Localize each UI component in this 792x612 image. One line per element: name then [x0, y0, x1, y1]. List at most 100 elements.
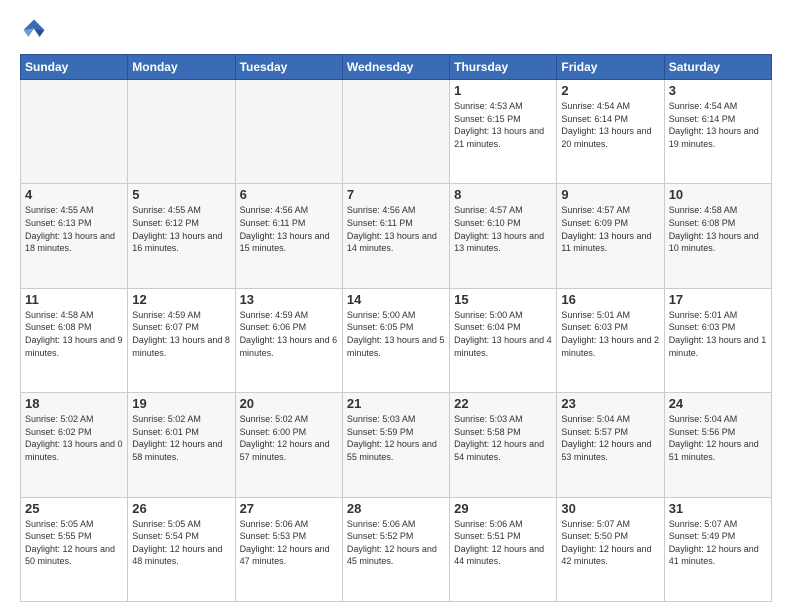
cell-info: Sunrise: 5:02 AMSunset: 6:00 PMDaylight:… — [240, 413, 338, 463]
day-number: 11 — [25, 292, 123, 307]
day-number: 4 — [25, 187, 123, 202]
cell-info: Sunrise: 5:01 AMSunset: 6:03 PMDaylight:… — [561, 309, 659, 359]
weekday-header-tuesday: Tuesday — [235, 55, 342, 80]
calendar-cell: 12 Sunrise: 4:59 AMSunset: 6:07 PMDayligh… — [128, 288, 235, 392]
cell-info: Sunrise: 4:59 AMSunset: 6:07 PMDaylight:… — [132, 309, 230, 359]
cell-info: Sunrise: 4:55 AMSunset: 6:12 PMDaylight:… — [132, 204, 230, 254]
weekday-header-wednesday: Wednesday — [342, 55, 449, 80]
calendar-cell: 22 Sunrise: 5:03 AMSunset: 5:58 PMDayligh… — [450, 393, 557, 497]
cell-info: Sunrise: 4:57 AMSunset: 6:09 PMDaylight:… — [561, 204, 659, 254]
cell-info: Sunrise: 5:04 AMSunset: 5:57 PMDaylight:… — [561, 413, 659, 463]
cell-info: Sunrise: 5:01 AMSunset: 6:03 PMDaylight:… — [669, 309, 767, 359]
day-number: 24 — [669, 396, 767, 411]
calendar-cell: 11 Sunrise: 4:58 AMSunset: 6:08 PMDayligh… — [21, 288, 128, 392]
calendar-cell: 1 Sunrise: 4:53 AMSunset: 6:15 PMDaylight… — [450, 80, 557, 184]
calendar-cell: 13 Sunrise: 4:59 AMSunset: 6:06 PMDayligh… — [235, 288, 342, 392]
calendar-cell: 18 Sunrise: 5:02 AMSunset: 6:02 PMDayligh… — [21, 393, 128, 497]
day-number: 28 — [347, 501, 445, 516]
cell-info: Sunrise: 4:57 AMSunset: 6:10 PMDaylight:… — [454, 204, 552, 254]
weekday-header-friday: Friday — [557, 55, 664, 80]
calendar-cell: 27 Sunrise: 5:06 AMSunset: 5:53 PMDayligh… — [235, 497, 342, 601]
weekday-header-saturday: Saturday — [664, 55, 771, 80]
calendar-cell: 29 Sunrise: 5:06 AMSunset: 5:51 PMDayligh… — [450, 497, 557, 601]
day-number: 3 — [669, 83, 767, 98]
day-number: 9 — [561, 187, 659, 202]
calendar-cell — [235, 80, 342, 184]
day-number: 19 — [132, 396, 230, 411]
cell-info: Sunrise: 4:59 AMSunset: 6:06 PMDaylight:… — [240, 309, 338, 359]
day-number: 12 — [132, 292, 230, 307]
day-number: 8 — [454, 187, 552, 202]
calendar-cell — [21, 80, 128, 184]
day-number: 10 — [669, 187, 767, 202]
weekday-header-thursday: Thursday — [450, 55, 557, 80]
day-number: 15 — [454, 292, 552, 307]
calendar-cell: 26 Sunrise: 5:05 AMSunset: 5:54 PMDayligh… — [128, 497, 235, 601]
cell-info: Sunrise: 5:02 AMSunset: 6:01 PMDaylight:… — [132, 413, 230, 463]
cell-info: Sunrise: 4:56 AMSunset: 6:11 PMDaylight:… — [240, 204, 338, 254]
logo-icon — [20, 16, 48, 44]
calendar-cell — [128, 80, 235, 184]
calendar-cell: 19 Sunrise: 5:02 AMSunset: 6:01 PMDayligh… — [128, 393, 235, 497]
cell-info: Sunrise: 5:00 AMSunset: 6:05 PMDaylight:… — [347, 309, 445, 359]
day-number: 1 — [454, 83, 552, 98]
cell-info: Sunrise: 5:06 AMSunset: 5:51 PMDaylight:… — [454, 518, 552, 568]
day-number: 22 — [454, 396, 552, 411]
day-number: 23 — [561, 396, 659, 411]
calendar-cell: 30Sunrise: 5:07 AMSunset: 5:50 PMDayligh… — [557, 497, 664, 601]
cell-info: Sunrise: 5:07 AMSunset: 5:49 PMDaylight:… — [669, 518, 767, 568]
cell-info: Sunrise: 4:58 AMSunset: 6:08 PMDaylight:… — [25, 309, 123, 359]
calendar-cell: 4 Sunrise: 4:55 AMSunset: 6:13 PMDaylight… — [21, 184, 128, 288]
calendar-cell: 2Sunrise: 4:54 AMSunset: 6:14 PMDaylight… — [557, 80, 664, 184]
day-number: 18 — [25, 396, 123, 411]
calendar-cell: 6 Sunrise: 4:56 AMSunset: 6:11 PMDaylight… — [235, 184, 342, 288]
cell-info: Sunrise: 4:58 AMSunset: 6:08 PMDaylight:… — [669, 204, 767, 254]
cell-info: Sunrise: 5:06 AMSunset: 5:53 PMDaylight:… — [240, 518, 338, 568]
header — [20, 16, 772, 44]
day-number: 6 — [240, 187, 338, 202]
weekday-header-sunday: Sunday — [21, 55, 128, 80]
day-number: 25 — [25, 501, 123, 516]
cell-info: Sunrise: 5:06 AMSunset: 5:52 PMDaylight:… — [347, 518, 445, 568]
day-number: 20 — [240, 396, 338, 411]
calendar-cell: 3 Sunrise: 4:54 AMSunset: 6:14 PMDaylight… — [664, 80, 771, 184]
cell-info: Sunrise: 5:07 AMSunset: 5:50 PMDaylight:… — [561, 518, 659, 568]
day-number: 26 — [132, 501, 230, 516]
day-number: 13 — [240, 292, 338, 307]
cell-info: Sunrise: 4:56 AMSunset: 6:11 PMDaylight:… — [347, 204, 445, 254]
cell-info: Sunrise: 4:54 AMSunset: 6:14 PMDaylight:… — [561, 100, 659, 150]
day-number: 5 — [132, 187, 230, 202]
calendar-cell: 10 Sunrise: 4:58 AMSunset: 6:08 PMDayligh… — [664, 184, 771, 288]
cell-info: Sunrise: 4:55 AMSunset: 6:13 PMDaylight:… — [25, 204, 123, 254]
calendar-cell: 23 Sunrise: 5:04 AMSunset: 5:57 PMDayligh… — [557, 393, 664, 497]
day-number: 7 — [347, 187, 445, 202]
calendar-cell: 31Sunrise: 5:07 AMSunset: 5:49 PMDayligh… — [664, 497, 771, 601]
calendar-cell: 17 Sunrise: 5:01 AMSunset: 6:03 PMDayligh… — [664, 288, 771, 392]
day-number: 17 — [669, 292, 767, 307]
calendar-cell: 28 Sunrise: 5:06 AMSunset: 5:52 PMDayligh… — [342, 497, 449, 601]
page: SundayMondayTuesdayWednesdayThursdayFrid… — [0, 0, 792, 612]
calendar-cell: 25 Sunrise: 5:05 AMSunset: 5:55 PMDayligh… — [21, 497, 128, 601]
day-number: 14 — [347, 292, 445, 307]
day-number: 27 — [240, 501, 338, 516]
cell-info: Sunrise: 5:05 AMSunset: 5:54 PMDaylight:… — [132, 518, 230, 568]
calendar-cell: 20 Sunrise: 5:02 AMSunset: 6:00 PMDayligh… — [235, 393, 342, 497]
cell-info: Sunrise: 5:03 AMSunset: 5:58 PMDaylight:… — [454, 413, 552, 463]
cell-info: Sunrise: 5:00 AMSunset: 6:04 PMDaylight:… — [454, 309, 552, 359]
cell-info: Sunrise: 4:54 AMSunset: 6:14 PMDaylight:… — [669, 100, 767, 150]
cell-info: Sunrise: 5:02 AMSunset: 6:02 PMDaylight:… — [25, 413, 123, 463]
calendar-cell: 24Sunrise: 5:04 AMSunset: 5:56 PMDayligh… — [664, 393, 771, 497]
calendar: SundayMondayTuesdayWednesdayThursdayFrid… — [20, 54, 772, 602]
cell-info: Sunrise: 4:53 AMSunset: 6:15 PMDaylight:… — [454, 100, 552, 150]
day-number: 29 — [454, 501, 552, 516]
calendar-cell: 21Sunrise: 5:03 AMSunset: 5:59 PMDayligh… — [342, 393, 449, 497]
weekday-header-monday: Monday — [128, 55, 235, 80]
calendar-cell: 14 Sunrise: 5:00 AMSunset: 6:05 PMDayligh… — [342, 288, 449, 392]
calendar-cell: 9 Sunrise: 4:57 AMSunset: 6:09 PMDaylight… — [557, 184, 664, 288]
calendar-cell: 16 Sunrise: 5:01 AMSunset: 6:03 PMDayligh… — [557, 288, 664, 392]
cell-info: Sunrise: 5:05 AMSunset: 5:55 PMDaylight:… — [25, 518, 123, 568]
calendar-cell: 8 Sunrise: 4:57 AMSunset: 6:10 PMDaylight… — [450, 184, 557, 288]
day-number: 21 — [347, 396, 445, 411]
calendar-cell: 5 Sunrise: 4:55 AMSunset: 6:12 PMDaylight… — [128, 184, 235, 288]
day-number: 16 — [561, 292, 659, 307]
